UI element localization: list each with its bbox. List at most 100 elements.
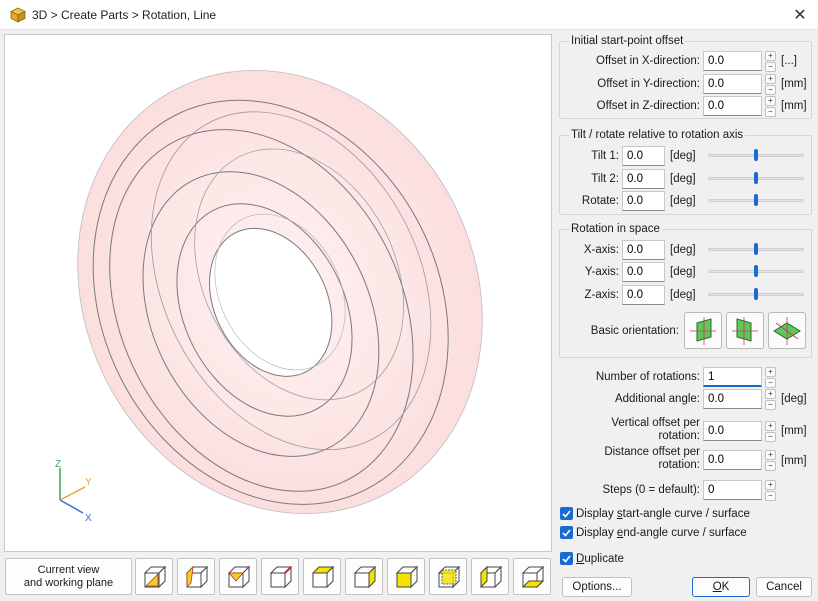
view-button-1[interactable] [135,558,173,595]
cube-top-face-icon [311,565,335,589]
ok-button[interactable]: OK [692,577,750,597]
close-button[interactable]: ✕ [782,0,818,30]
view-button-10[interactable] [513,558,551,595]
y-axis-label: Y [85,477,92,488]
x-axis-label: X [85,513,92,524]
duplicate-checkbox[interactable] [560,552,573,565]
y-axis-rot-unit: [deg] [670,266,696,278]
current-view-label-1: Current view [37,564,100,576]
y-axis-rot-input[interactable] [622,262,665,282]
rotation-space-title: Rotation in space [569,223,662,235]
view-button-6[interactable] [345,558,383,595]
tilt2-input[interactable] [622,169,665,189]
view-button-3[interactable] [219,558,257,595]
view-button-9[interactable] [471,558,509,595]
cube-view-icon [269,565,293,589]
steps-spinner[interactable]: + − [765,480,776,501]
x-axis-rot-slider[interactable] [708,243,804,255]
orientation-yz-button[interactable] [726,312,764,349]
orientation-xy-button[interactable] [768,312,806,349]
x-axis-rot-input[interactable] [622,240,665,260]
vertical-offset-spinner[interactable]: + − [765,421,776,442]
offset-y-input[interactable] [703,74,762,94]
tilt-title: Tilt / rotate relative to rotation axis [569,129,746,141]
torus-preview: Z Y X [55,69,483,524]
distance-offset-unit: [mm] [781,455,807,467]
num-rotations-label: Number of rotations: [595,371,700,383]
distance-offset-label: Distance offset per rotation: [562,446,700,472]
view-button-5[interactable] [303,558,341,595]
view-button-4[interactable] [261,558,299,595]
num-rotations-input[interactable] [703,367,762,387]
z-axis-rot-label: Z-axis: [584,289,620,301]
cube-icon [10,7,26,23]
vertical-offset-label-2: rotation: [658,430,700,442]
options-button[interactable]: Options... [562,577,632,597]
y-axis-rot-slider[interactable] [708,265,804,277]
offset-z-input[interactable] [703,96,762,116]
z-axis-rot-slider[interactable] [708,288,804,300]
distance-offset-input[interactable] [703,450,762,470]
plane-yz-icon [732,317,758,345]
end-angle-checkbox[interactable] [560,526,573,539]
view-button-8[interactable] [429,558,467,595]
3d-viewport[interactable]: Z Y X [4,34,552,552]
current-view-label-2: and working plane [23,577,114,589]
tilt1-slider[interactable] [708,149,804,161]
checkmark-icon [562,510,571,518]
z-axis-rot-input[interactable] [622,285,665,305]
cube-view-icon [143,565,167,589]
checkmark-icon [562,529,571,537]
view-button-2[interactable] [177,558,215,595]
checkmark-icon [562,555,571,563]
vertical-offset-label-1: Vertical offset per [611,417,700,429]
close-icon: ✕ [793,7,807,24]
z-axis-rot-unit: [deg] [670,289,696,301]
start-angle-checkbox[interactable] [560,507,573,520]
offset-y-label: Offset in Y-direction: [597,78,700,90]
window-title: 3D > Create Parts > Rotation, Line [32,8,217,22]
current-view-button[interactable]: Current view and working plane [5,558,132,595]
vertical-offset-unit: [mm] [781,425,807,437]
distance-offset-label-2: rotation: [658,459,700,471]
additional-angle-input[interactable] [703,389,762,409]
offset-x-unit-button[interactable]: [...] [781,55,797,67]
dialog-window: 3D > Create Parts > Rotation, Line ✕ Z Y… [0,0,818,601]
cancel-button[interactable]: Cancel [756,577,812,597]
start-angle-label[interactable]: Display start-angle curve / surface [576,508,750,520]
vertical-offset-label: Vertical offset per rotation: [562,417,700,443]
tilt1-input[interactable] [622,146,665,166]
offset-y-spinner[interactable]: + − [765,74,776,95]
additional-angle-spinner[interactable]: + − [765,389,776,410]
steps-label: Steps (0 = default): [602,484,701,496]
rotate-slider[interactable] [708,194,804,206]
x-axis-rot-unit: [deg] [670,244,696,256]
offset-z-spinner[interactable]: + − [765,96,776,117]
vertical-offset-input[interactable] [703,421,762,441]
cube-left-face-icon [479,565,503,589]
tilt1-unit: [deg] [670,150,696,162]
plane-xz-icon [690,317,716,345]
offset-x-spinner[interactable]: + − [765,51,776,72]
axis-triad: Z Y X [55,459,92,524]
orientation-xz-button[interactable] [684,312,722,349]
duplicate-label[interactable]: Duplicate [576,553,624,565]
title-bar: 3D > Create Parts > Rotation, Line ✕ [0,0,818,30]
distance-offset-label-1: Distance offset per [604,446,700,458]
cube-back-face-icon [437,565,461,589]
rotate-input[interactable] [622,191,665,211]
start-offset-title: Initial start-point offset [569,35,686,47]
offset-x-label: Offset in X-direction: [596,55,700,67]
x-axis-rot-label: X-axis: [583,244,619,256]
view-button-7[interactable] [387,558,425,595]
y-axis-rot-label: Y-axis: [584,266,619,278]
offset-x-input[interactable] [703,51,762,71]
end-angle-label[interactable]: Display end-angle curve / surface [576,527,747,539]
distance-offset-spinner[interactable]: + − [765,450,776,471]
additional-angle-unit: [deg] [781,393,807,405]
steps-input[interactable] [703,480,762,500]
tilt1-label: Tilt 1: [591,150,619,162]
offset-z-label: Offset in Z-direction: [596,100,700,112]
num-rotations-spinner[interactable]: + − [765,367,776,388]
tilt2-slider[interactable] [708,172,804,184]
